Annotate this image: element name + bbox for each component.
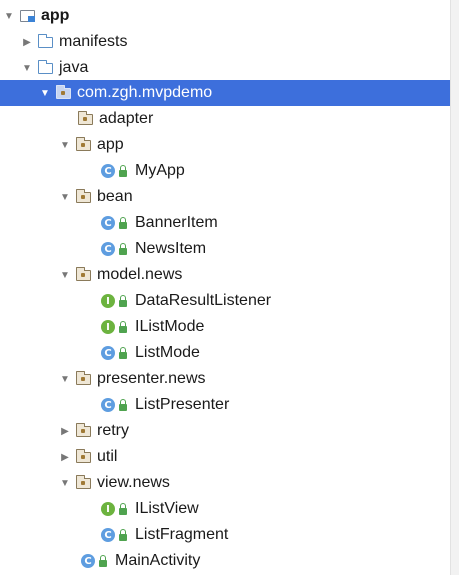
expand-arrow-icon[interactable]: ▼ — [58, 190, 72, 204]
collapse-arrow-icon[interactable]: ▶ — [58, 450, 72, 464]
tree-node-label: IListView — [135, 500, 199, 517]
lock-icon — [118, 320, 128, 334]
tree-node-app-module[interactable]: ▼ app — [0, 3, 451, 29]
class-icon: C — [81, 554, 95, 568]
lock-icon — [118, 346, 128, 360]
tree-node-label: app — [41, 7, 70, 24]
expand-arrow-icon[interactable]: ▼ — [58, 476, 72, 490]
package-icon — [77, 110, 93, 125]
tree-node-listpresenter[interactable]: C ListPresenter — [0, 392, 451, 418]
tree-node-label: IListMode — [135, 318, 205, 335]
collapse-arrow-icon[interactable]: ▶ — [58, 424, 72, 438]
expand-arrow-icon[interactable]: ▼ — [2, 9, 16, 23]
tree-node-util[interactable]: ▶ util — [0, 444, 451, 470]
tree-node-label: java — [59, 59, 89, 76]
vertical-scrollbar[interactable] — [450, 0, 459, 575]
tree-node-ilistmode[interactable]: I IListMode — [0, 314, 451, 340]
tree-node-label: bean — [97, 188, 133, 205]
tree-node-label: ListPresenter — [135, 396, 230, 413]
tree-node-view-news[interactable]: ▼ view.news — [0, 470, 451, 496]
package-icon — [75, 448, 91, 463]
tree-node-label: adapter — [99, 110, 154, 127]
tree-node-dataresultlistener[interactable]: I DataResultListener — [0, 288, 451, 314]
tree-node-manifests[interactable]: ▶ manifests — [0, 29, 451, 55]
folder-icon — [37, 59, 53, 74]
expand-arrow-icon[interactable]: ▼ — [38, 86, 52, 100]
package-icon — [75, 188, 91, 203]
tree-node-listfragment[interactable]: C ListFragment — [0, 522, 451, 548]
interface-icon: I — [101, 502, 115, 516]
collapse-arrow-icon[interactable]: ▶ — [20, 35, 34, 49]
module-icon — [20, 10, 35, 22]
lock-icon — [118, 164, 128, 178]
lock-icon — [118, 294, 128, 308]
tree-node-retry[interactable]: ▶ retry — [0, 418, 451, 444]
tree-node-label: MainActivity — [115, 552, 201, 569]
tree-node-label: view.news — [97, 474, 170, 491]
tree-node-presenter-news[interactable]: ▼ presenter.news — [0, 366, 451, 392]
tree-node-ilistview[interactable]: I IListView — [0, 496, 451, 522]
class-icon: C — [101, 164, 115, 178]
lock-icon — [118, 398, 128, 412]
tree-node-listmode[interactable]: C ListMode — [0, 340, 451, 366]
lock-icon — [118, 502, 128, 516]
expand-arrow-icon[interactable]: ▼ — [58, 268, 72, 282]
lock-icon — [98, 554, 108, 568]
tree-node-label: DataResultListener — [135, 292, 272, 309]
tree-node-adapter[interactable]: adapter — [0, 106, 451, 132]
expand-arrow-icon[interactable]: ▼ — [58, 372, 72, 386]
tree-node-label: app — [97, 136, 124, 153]
lock-icon — [118, 242, 128, 256]
lock-icon — [118, 528, 128, 542]
tree-node-label: model.news — [97, 266, 183, 283]
class-icon: C — [101, 216, 115, 230]
class-icon: C — [101, 398, 115, 412]
class-icon: C — [101, 346, 115, 360]
tree-node-label: com.zgh.mvpdemo — [77, 84, 213, 101]
tree-node-banneritem[interactable]: C BannerItem — [0, 210, 451, 236]
interface-icon: I — [101, 320, 115, 334]
interface-icon: I — [101, 294, 115, 308]
tree-node-label: BannerItem — [135, 214, 218, 231]
tree-node-model-news[interactable]: ▼ model.news — [0, 262, 451, 288]
package-icon — [75, 266, 91, 281]
class-icon: C — [101, 242, 115, 256]
package-icon — [55, 84, 71, 99]
tree-node-label: NewsItem — [135, 240, 207, 257]
tree-node-label: ListFragment — [135, 526, 229, 543]
expand-arrow-icon[interactable]: ▼ — [58, 138, 72, 152]
tree-node-mainactivity[interactable]: C MainActivity — [0, 548, 451, 574]
expand-arrow-icon[interactable]: ▼ — [20, 61, 34, 75]
tree-node-label: util — [97, 448, 118, 465]
tree-node-newsitem[interactable]: C NewsItem — [0, 236, 451, 262]
tree-node-label: presenter.news — [97, 370, 206, 387]
folder-icon — [37, 33, 53, 48]
tree-node-bean[interactable]: ▼ bean — [0, 184, 451, 210]
project-tree: ▼ app ▶ manifests ▼ java ▼ com.zgh.mvpde… — [0, 0, 451, 575]
tree-node-myapp[interactable]: C MyApp — [0, 158, 451, 184]
tree-node-label: ListMode — [135, 344, 200, 361]
tree-node-label: manifests — [59, 33, 128, 50]
package-icon — [75, 422, 91, 437]
tree-node-app-package[interactable]: ▼ app — [0, 132, 451, 158]
tree-node-label: retry — [97, 422, 129, 439]
class-icon: C — [101, 528, 115, 542]
lock-icon — [118, 216, 128, 230]
tree-node-java[interactable]: ▼ java — [0, 55, 451, 81]
tree-node-package-selected[interactable]: ▼ com.zgh.mvpdemo — [0, 80, 451, 106]
package-icon — [75, 474, 91, 489]
package-icon — [75, 136, 91, 151]
tree-node-label: MyApp — [135, 162, 185, 179]
package-icon — [75, 370, 91, 385]
